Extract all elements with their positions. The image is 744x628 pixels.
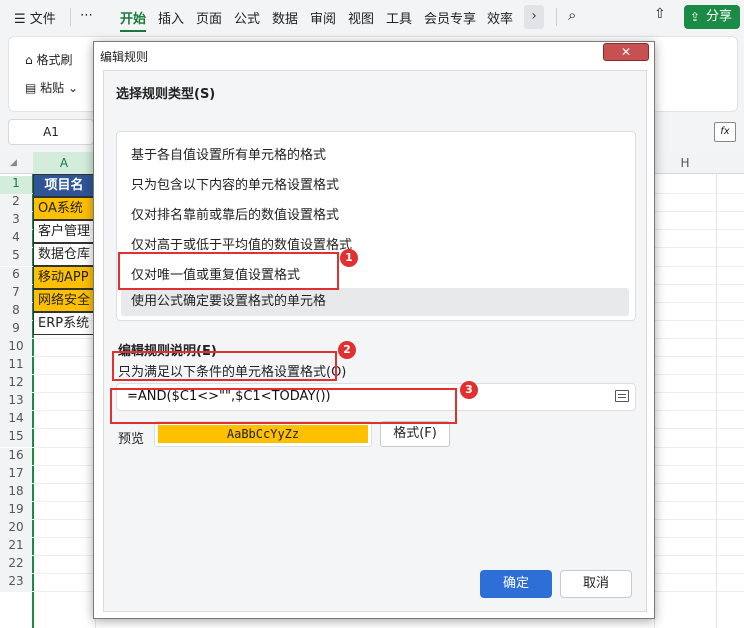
cell-a5[interactable]: 移动APP <box>33 266 95 289</box>
row-header[interactable]: 19 <box>0 501 32 520</box>
cell-a6[interactable]: 网络安全 <box>33 289 95 312</box>
paste-button[interactable]: ▤ 粘贴 ⌄ <box>25 79 78 96</box>
cell-a4[interactable]: 数据仓库 <box>33 243 95 266</box>
row-header[interactable]: 7 <box>0 284 32 303</box>
tab-data[interactable]: 数据 <box>272 8 298 27</box>
menu-separator <box>70 8 71 26</box>
search-icon[interactable]: ⌕ <box>568 6 576 24</box>
share-icon: ⇪ <box>690 10 701 24</box>
row-header[interactable]: 22 <box>0 556 32 575</box>
row-header[interactable]: 10 <box>0 338 32 357</box>
chevron-right-icon[interactable]: › <box>524 5 544 29</box>
tab-page[interactable]: 页面 <box>196 8 222 27</box>
cell-a2[interactable]: OA系统 <box>33 197 95 220</box>
row-header[interactable]: 4 <box>0 230 32 249</box>
range-select-icon[interactable] <box>615 390 629 402</box>
annotation-badge-3: 3 <box>460 381 478 399</box>
row-header[interactable]: 5 <box>0 248 32 267</box>
tab-efficiency[interactable]: 效率 <box>487 8 513 27</box>
tab-tools[interactable]: 工具 <box>386 8 412 27</box>
format-button[interactable]: 格式(F) <box>380 421 450 447</box>
rule-type-option[interactable]: 仅对排名靠前或靠后的数值设置格式 <box>131 204 339 223</box>
row-header[interactable]: 12 <box>0 375 32 394</box>
rule-type-option-selected[interactable]: 使用公式确定要设置格式的单元格 <box>121 288 629 316</box>
rule-type-option[interactable]: 仅对高于或低于平均值的数值设置格式 <box>131 234 352 253</box>
rule-type-option[interactable]: 基于各自值设置所有单元格的格式 <box>131 144 326 163</box>
cloud-upload-icon[interactable]: ⇧ <box>654 6 666 22</box>
annotation-box-2 <box>112 351 337 381</box>
row-header[interactable]: 1 <box>0 176 32 194</box>
row-header[interactable]: 2 <box>0 194 32 213</box>
row-header[interactable]: 8 <box>0 302 32 321</box>
close-icon[interactable]: ✕ <box>603 43 649 61</box>
rule-type-option[interactable]: 只为包含以下内容的单元格设置格式 <box>131 174 339 193</box>
preview-label: 预览 <box>118 432 145 447</box>
annotation-badge-1: 1 <box>340 249 358 267</box>
row-header[interactable]: 3 <box>0 212 32 231</box>
cell-a3[interactable]: 客户管理 <box>33 220 95 243</box>
row-header[interactable]: 14 <box>0 411 32 430</box>
annotation-box-1 <box>118 252 339 290</box>
rule-type-list: 基于各自值设置所有单元格的格式 只为包含以下内容的单元格设置格式 仅对排名靠前或… <box>116 131 636 321</box>
row-header[interactable]: 18 <box>0 483 32 502</box>
share-button[interactable]: ⇪ 分享 <box>684 5 740 29</box>
annotation-badge-2: 2 <box>338 341 356 359</box>
tab-member[interactable]: 会员专享 <box>424 8 476 27</box>
row-header[interactable]: 11 <box>0 357 32 375</box>
row-header[interactable]: 6 <box>0 266 32 285</box>
file-menu[interactable]: ☰ 文件 <box>14 8 56 27</box>
row-header[interactable]: 9 <box>0 320 32 339</box>
tab-view[interactable]: 视图 <box>348 8 374 27</box>
row-header[interactable]: 17 <box>0 465 32 484</box>
cell-a1[interactable]: 项目名 <box>33 174 95 197</box>
active-tab-indicator <box>120 30 146 32</box>
column-header-h[interactable]: H <box>654 152 716 174</box>
menu-separator <box>556 8 557 26</box>
tab-formula[interactable]: 公式 <box>234 8 260 27</box>
dialog-body: 选择规则类型(S) 基于各自值设置所有单元格的格式 只为包含以下内容的单元格设置… <box>103 70 647 612</box>
tab-review[interactable]: 审阅 <box>310 8 336 27</box>
row-header[interactable]: 23 <box>0 574 32 593</box>
row-header[interactable]: 20 <box>0 519 32 538</box>
annotation-box-3 <box>110 388 457 424</box>
tab-home[interactable]: 开始 <box>120 8 146 27</box>
select-rule-type-label: 选择规则类型(S) <box>116 87 216 102</box>
gridline <box>716 174 717 628</box>
dialog-title: 编辑规则 <box>100 50 149 64</box>
name-box[interactable]: A1 <box>8 119 94 145</box>
ok-button[interactable]: 确定 <box>480 570 552 598</box>
row-header[interactable]: 13 <box>0 393 32 412</box>
cell-a7[interactable]: ERP系统 <box>33 312 95 335</box>
select-all-corner[interactable]: ◢ <box>0 152 32 174</box>
preview-sample: AaBbCcYyZz <box>158 425 368 443</box>
fx-icon[interactable]: fx <box>714 122 736 142</box>
row-header[interactable]: 16 <box>0 447 32 466</box>
row-header[interactable]: 21 <box>0 538 32 556</box>
tab-insert[interactable]: 插入 <box>158 8 184 27</box>
format-painter-button[interactable]: ⌂ 格式刷 <box>25 51 72 68</box>
row-header[interactable]: 15 <box>0 429 32 448</box>
column-header-a[interactable]: A <box>33 152 95 174</box>
more-menu-button[interactable]: ⋯ <box>80 8 93 23</box>
preview-box: AaBbCcYyZz <box>154 421 372 447</box>
menu-bar: ☰ 文件 ⋯ 开始 插入 页面 公式 数据 审阅 视图 工具 会员专享 效率 ›… <box>0 0 744 34</box>
cancel-button[interactable]: 取消 <box>560 570 632 598</box>
edit-rule-dialog: 编辑规则 ✕ 选择规则类型(S) 基于各自值设置所有单元格的格式 只为包含以下内… <box>93 41 655 619</box>
